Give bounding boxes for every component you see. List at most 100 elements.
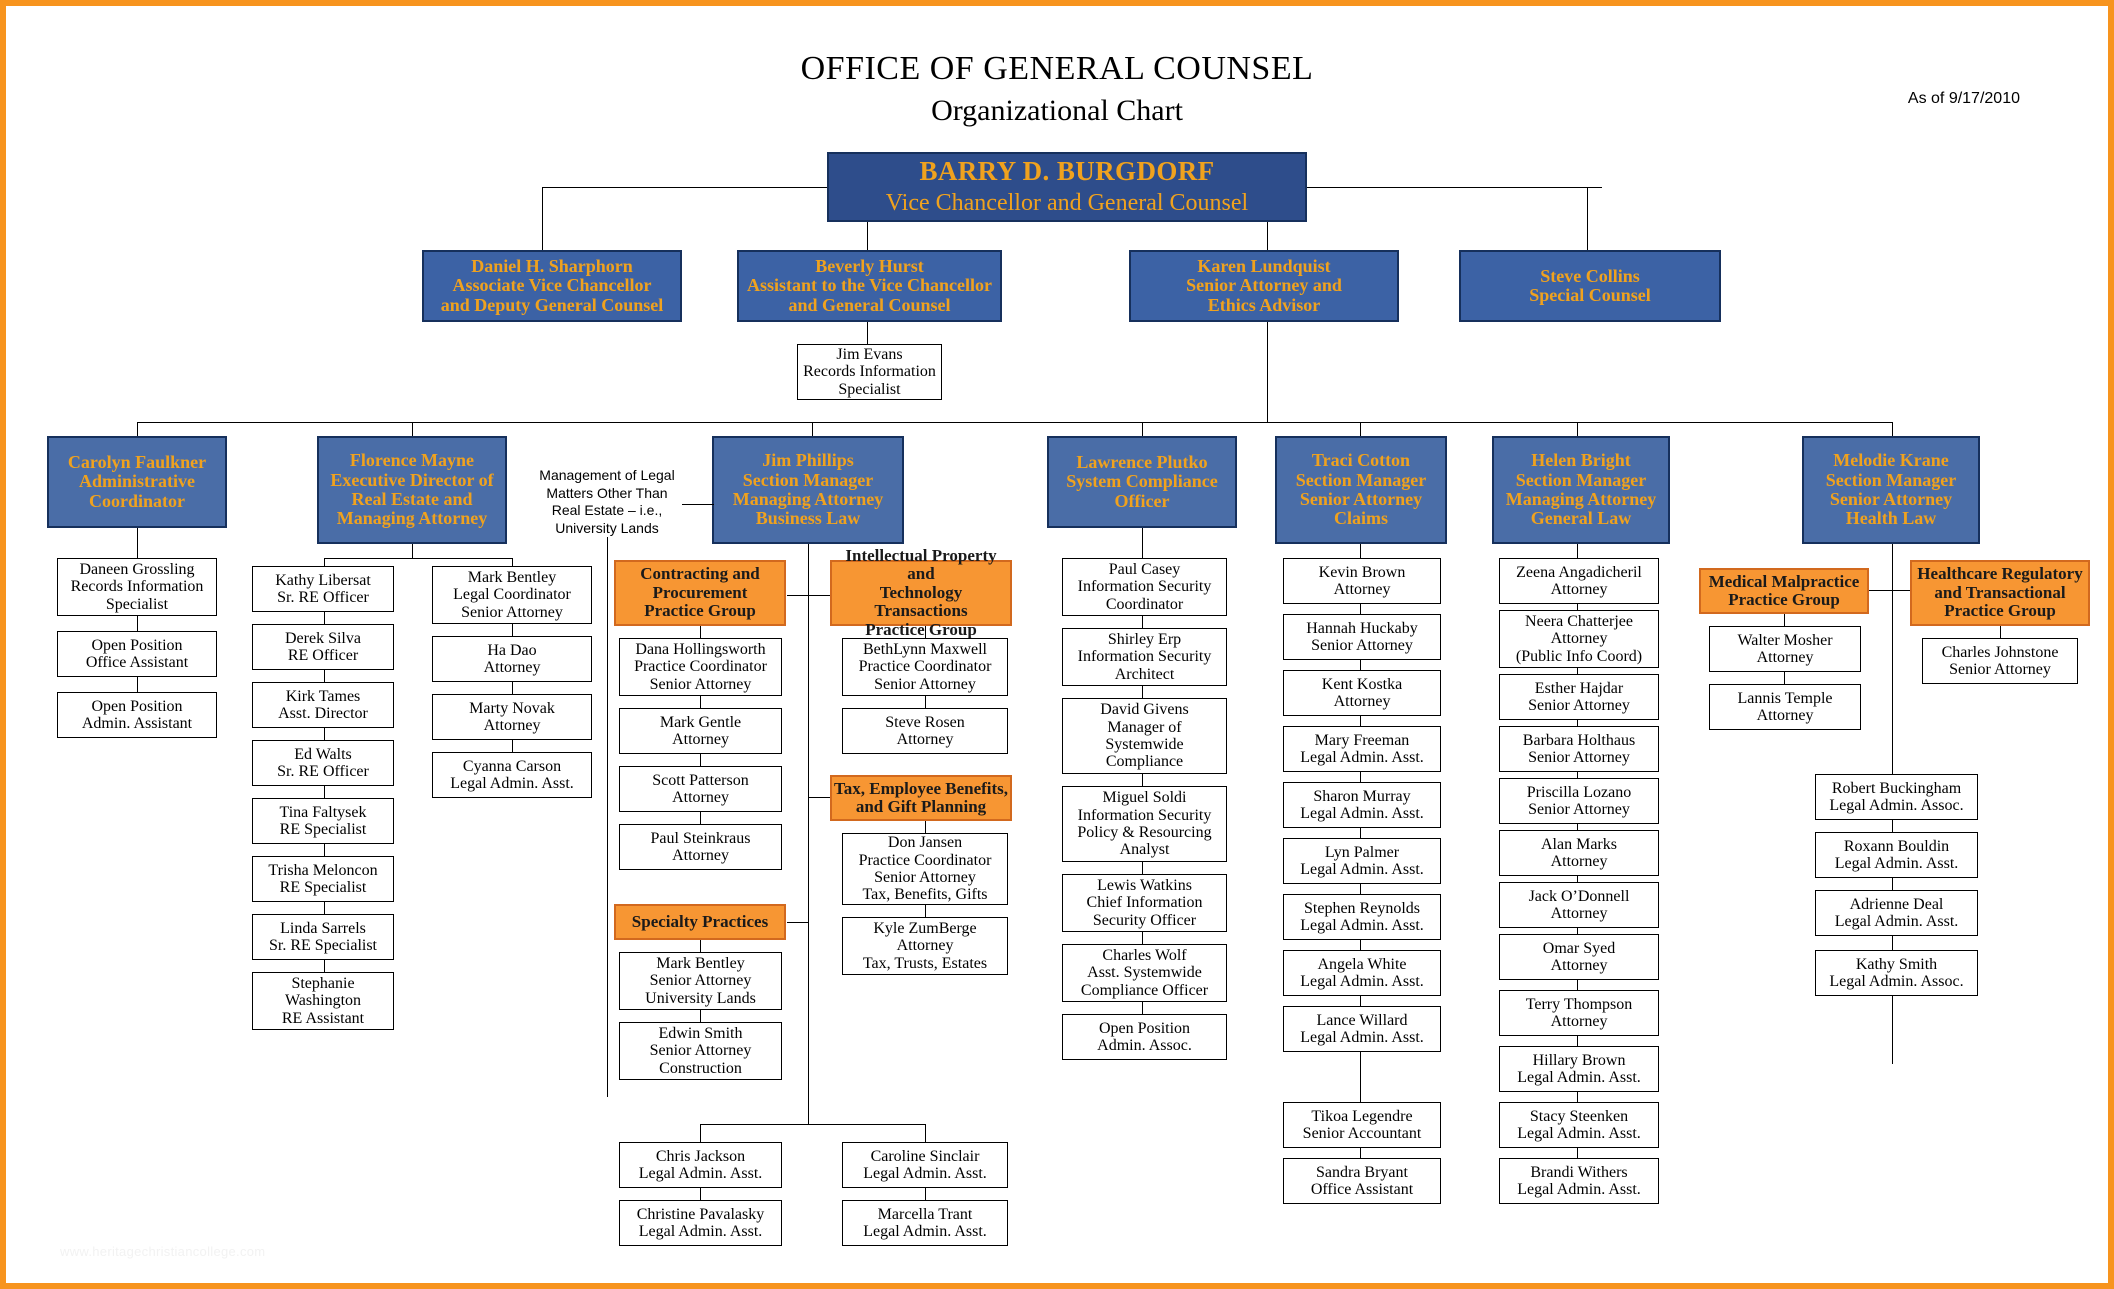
executive-box-0[interactable]: Daniel H. Sharphorn Associate Vice Chanc…: [422, 250, 682, 322]
staff-box[interactable]: Mark Bentley Senior Attorney University …: [619, 952, 782, 1010]
staff-box[interactable]: Lewis Watkins Chief Information Security…: [1062, 874, 1227, 932]
staff-box[interactable]: Charles Wolf Asst. Systemwide Compliance…: [1062, 944, 1227, 1002]
staff-name: Open Position: [91, 697, 183, 715]
staff-box[interactable]: Brandi Withers Legal Admin. Asst.: [1499, 1158, 1659, 1204]
connector: [1360, 604, 1361, 614]
staff-box[interactable]: Alan Marks Attorney: [1499, 830, 1659, 876]
staff-box[interactable]: Tikoa Legendre Senior Accountant: [1283, 1102, 1441, 1148]
staff-box[interactable]: Kathy Smith Legal Admin. Assoc.: [1815, 950, 1978, 996]
staff-box[interactable]: Paul Casey Information Security Coordina…: [1062, 558, 1227, 616]
practice-group-box[interactable]: Healthcare Regulatory and Transactional …: [1910, 560, 2090, 626]
group-line1: Medical Malpractice: [1708, 571, 1860, 591]
staff-name: Tikoa Legendre: [1311, 1107, 1413, 1125]
executive-box-3[interactable]: Steve Collins Special Counsel: [1459, 250, 1721, 322]
staff-line2: Office Assistant: [85, 654, 189, 671]
staff-box[interactable]: Don Jansen Practice Coordinator Senior A…: [842, 833, 1008, 905]
staff-box[interactable]: Angela White Legal Admin. Asst.: [1283, 950, 1441, 996]
staff-box[interactable]: Steve Rosen Attorney: [842, 708, 1008, 754]
dept-head-real-estate[interactable]: Florence Mayne Executive Director of Rea…: [317, 436, 507, 544]
staff-box[interactable]: Daneen Grossling Records Information Spe…: [57, 558, 217, 616]
staff-box[interactable]: Miguel Soldi Information Security Policy…: [1062, 786, 1227, 862]
connector: [1892, 422, 1893, 436]
staff-box[interactable]: Charles Johnstone Senior Attorney: [1922, 638, 2078, 684]
executive-box-2[interactable]: Karen Lundquist Senior Attorney and Ethi…: [1129, 250, 1399, 322]
staff-box[interactable]: Marty Novak Attorney: [432, 694, 592, 740]
staff-box[interactable]: Walter Mosher Attorney: [1709, 626, 1861, 672]
staff-name: Steve Rosen: [885, 713, 965, 731]
staff-box[interactable]: Open Position Office Assistant: [57, 631, 217, 677]
staff-box[interactable]: Mark Bentley Legal Coordinator Senior At…: [432, 566, 592, 624]
staff-box[interactable]: Chris Jackson Legal Admin. Asst.: [619, 1142, 782, 1188]
staff-box[interactable]: Zeena Angadicheril Attorney: [1499, 558, 1659, 604]
staff-box[interactable]: Dana Hollingsworth Practice Coordinator …: [619, 638, 782, 696]
exec-report-box-0[interactable]: Jim Evans Records Information Specialist: [797, 344, 942, 400]
staff-box[interactable]: Barbara Holthaus Senior Attorney: [1499, 726, 1659, 772]
staff-box[interactable]: Paul Steinkraus Attorney: [619, 824, 782, 870]
connector: [867, 322, 868, 344]
staff-box[interactable]: Trisha Meloncon RE Specialist: [252, 856, 394, 902]
staff-box[interactable]: Linda Sarrels Sr. RE Specialist: [252, 914, 394, 960]
staff-box[interactable]: Tina Faltysek RE Specialist: [252, 798, 394, 844]
staff-name: Derek Silva: [285, 629, 361, 647]
staff-name: Daneen Grossling: [79, 561, 195, 579]
staff-box[interactable]: Caroline Sinclair Legal Admin. Asst.: [842, 1142, 1008, 1188]
staff-box[interactable]: Mary Freeman Legal Admin. Asst.: [1283, 726, 1441, 772]
staff-box[interactable]: Kathy Libersat Sr. RE Officer: [252, 566, 394, 612]
staff-box[interactable]: Stephen Reynolds Legal Admin. Asst.: [1283, 894, 1441, 940]
practice-group-box[interactable]: Contracting and Procurement Practice Gro…: [614, 560, 786, 626]
staff-box[interactable]: Mark Gentle Attorney: [619, 708, 782, 754]
staff-box[interactable]: Kevin Brown Attorney: [1283, 558, 1441, 604]
dept-head-health-law[interactable]: Melodie Krane Section Manager Senior Att…: [1802, 436, 1980, 544]
staff-box[interactable]: Ed Walts Sr. RE Officer: [252, 740, 394, 786]
staff-box[interactable]: Stacy Steenken Legal Admin. Asst.: [1499, 1102, 1659, 1148]
dept-head-compliance[interactable]: Lawrence Plutko System Compliance Office…: [1047, 436, 1237, 528]
staff-box[interactable]: Esther Hajdar Senior Attorney: [1499, 674, 1659, 720]
staff-box[interactable]: Roxann Bouldin Legal Admin. Asst.: [1815, 832, 1978, 878]
staff-box[interactable]: Robert Buckingham Legal Admin. Assoc.: [1815, 774, 1978, 820]
staff-box[interactable]: Open Position Admin. Assistant: [57, 692, 217, 738]
staff-box[interactable]: Christine Pavalasky Legal Admin. Asst.: [619, 1200, 782, 1246]
staff-name: Esther Hajdar: [1534, 679, 1624, 697]
top-executive-box[interactable]: BARRY D. BURGDORF Vice Chancellor and Ge…: [827, 152, 1307, 222]
staff-box[interactable]: Sharon Murray Legal Admin. Asst.: [1283, 782, 1441, 828]
practice-group-box[interactable]: Tax, Employee Benefits, and Gift Plannin…: [830, 775, 1012, 821]
executive-box-1[interactable]: Beverly Hurst Assistant to the Vice Chan…: [737, 250, 1002, 322]
staff-box[interactable]: Stephanie Washington RE Assistant: [252, 972, 394, 1030]
dept-head-claims[interactable]: Traci Cotton Section Manager Senior Atto…: [1275, 436, 1447, 544]
staff-box[interactable]: Cyanna Carson Legal Admin. Asst.: [432, 752, 592, 798]
staff-box[interactable]: Open Position Admin. Assoc.: [1062, 1014, 1227, 1060]
group-line3: Practice Group: [1944, 601, 2056, 621]
practice-group-box[interactable]: Specialty Practices: [614, 904, 786, 940]
staff-box[interactable]: Jack O’Donnell Attorney: [1499, 882, 1659, 928]
staff-box[interactable]: David Givens Manager of Systemwide Compl…: [1062, 698, 1227, 774]
staff-box[interactable]: Omar Syed Attorney: [1499, 934, 1659, 980]
staff-box[interactable]: Lannis Temple Attorney: [1709, 684, 1861, 730]
practice-group-box[interactable]: Medical Malpractice Practice Group: [1699, 568, 1869, 614]
staff-box[interactable]: Terry Thompson Attorney: [1499, 990, 1659, 1036]
staff-box[interactable]: Neera Chatterjee Attorney (Public Info C…: [1499, 610, 1659, 668]
staff-box[interactable]: Kent Kostka Attorney: [1283, 670, 1441, 716]
staff-box[interactable]: Kyle ZumBerge Attorney Tax, Trusts, Esta…: [842, 917, 1008, 975]
staff-line3: Coordinator: [1105, 595, 1184, 613]
staff-box[interactable]: Adrienne Deal Legal Admin. Asst.: [1815, 890, 1978, 936]
dept-head-business-law[interactable]: Jim Phillips Section Manager Managing At…: [712, 436, 904, 544]
practice-group-box[interactable]: Intellectual Property and Technology Tra…: [830, 546, 1012, 638]
staff-box[interactable]: Scott Patterson Attorney: [619, 766, 782, 812]
staff-box[interactable]: BethLynn Maxwell Practice Coordinator Se…: [842, 638, 1008, 696]
dept-head-admin[interactable]: Carolyn Faulkner Administrative Coordina…: [47, 436, 227, 528]
staff-box[interactable]: Hannah Huckaby Senior Attorney: [1283, 614, 1441, 660]
staff-box[interactable]: Shirley Erp Information Security Archite…: [1062, 628, 1227, 686]
staff-box[interactable]: Edwin Smith Senior Attorney Construction: [619, 1022, 782, 1080]
staff-box[interactable]: Hillary Brown Legal Admin. Asst.: [1499, 1046, 1659, 1092]
dept-head-general-law[interactable]: Helen Bright Section Manager Managing At…: [1492, 436, 1670, 544]
staff-line2: Chief Information: [1086, 894, 1203, 912]
staff-box[interactable]: Lyn Palmer Legal Admin. Asst.: [1283, 838, 1441, 884]
staff-box[interactable]: Ha Dao Attorney: [432, 636, 592, 682]
staff-box[interactable]: Marcella Trant Legal Admin. Asst.: [842, 1200, 1008, 1246]
staff-box[interactable]: Priscilla Lozano Senior Attorney: [1499, 778, 1659, 824]
staff-box[interactable]: Derek Silva RE Officer: [252, 624, 394, 670]
staff-box[interactable]: Lance Willard Legal Admin. Asst.: [1283, 1006, 1441, 1052]
staff-name: Scott Patterson: [652, 771, 749, 789]
staff-box[interactable]: Sandra Bryant Office Assistant: [1283, 1158, 1441, 1204]
staff-box[interactable]: Kirk Tames Asst. Director: [252, 682, 394, 728]
